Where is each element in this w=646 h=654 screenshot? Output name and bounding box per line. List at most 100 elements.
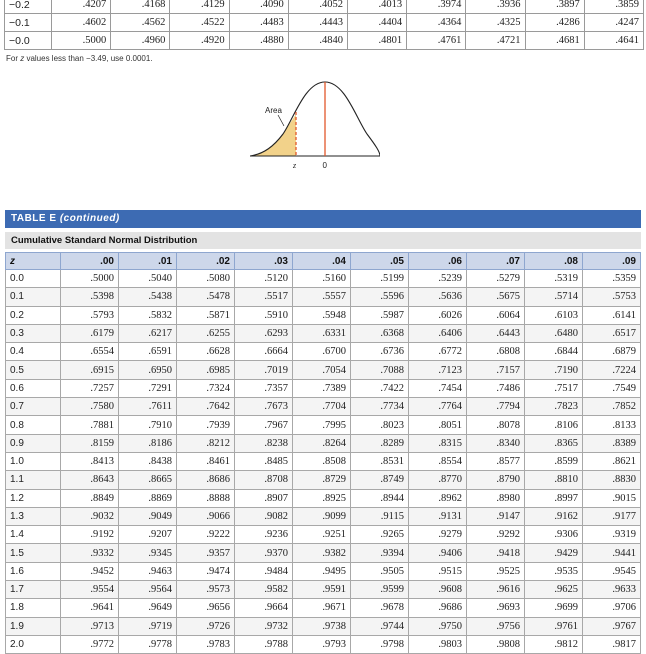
value-cell: .8599 [524,451,583,472]
value-cell: .9505 [350,561,409,582]
value-cell: .6331 [292,323,351,344]
value-cell: .8997 [524,488,583,508]
value-cell: .5040 [118,268,177,289]
value-cell: .4801 [346,31,408,50]
value-cell: .5557 [292,287,351,307]
value-cell: .6103 [524,305,583,325]
value-cell: .7454 [408,378,467,399]
column-header: .02 [176,252,235,270]
value-cell: .9515 [408,561,467,582]
value-cell: .4404 [346,13,408,32]
table-row: 1.2.8849.8869.8888.8907.8925.8944.8962.8… [5,488,641,508]
table-row: 1.3.9032.9049.9066.9082.9099.9115.9131.9… [5,506,641,527]
value-cell: .9783 [176,634,235,654]
value-cell: .9599 [350,580,409,600]
value-cell: .7324 [176,378,235,399]
table-row: 1.1.8643.8665.8686.8708.8729.8749.8770.8… [5,470,641,490]
value-cell: .6255 [176,323,235,344]
value-cell: .9625 [524,580,583,600]
shaded-area [250,114,296,156]
table-row: 1.8.9641.9649.9656.9664.9671.9678.9686.9… [5,598,641,618]
value-cell: .7673 [234,397,293,417]
value-cell: .8340 [466,433,525,453]
value-cell: .4090 [228,0,289,14]
value-cell: .8849 [60,488,119,508]
value-cell: .4880 [228,31,289,50]
value-cell: .9699 [524,598,583,618]
value-cell: .9207 [118,525,177,545]
value-cell: .4168 [110,0,171,14]
value-cell: .7967 [234,415,293,435]
value-cell: .5199 [350,268,409,289]
value-cell: .4721 [465,31,526,50]
value-cell: .4761 [406,31,467,50]
value-cell: .4562 [110,13,171,32]
value-cell: .7357 [234,378,293,399]
value-cell: .9788 [234,634,293,654]
value-cell: .3974 [406,0,467,14]
value-cell: .6985 [176,360,235,380]
value-cell: .7389 [292,378,351,399]
value-cell: .5398 [60,287,119,307]
value-cell: .9222 [176,525,235,545]
value-cell: .5319 [524,268,583,289]
column-header: .04 [292,252,351,270]
value-cell: .9495 [292,561,351,582]
value-cell: .8729 [292,470,351,490]
value-cell: .4364 [406,13,467,32]
value-cell: .9265 [350,525,409,545]
value-cell: .7517 [524,378,583,399]
value-cell: .9236 [234,525,293,545]
value-cell: .8485 [234,451,293,472]
value-cell: .9817 [582,634,641,654]
value-cell: .9803 [408,634,467,654]
value-cell: .9616 [466,580,525,600]
value-cell: .8238 [234,433,293,453]
value-cell: .5793 [60,305,119,325]
value-cell: .4602 [50,13,112,32]
value-cell: .9429 [524,543,583,563]
area-pointer [277,114,285,127]
previous-page-table: −0.2.4207.4168.4129.4090.4052.4013.3974.… [4,0,645,50]
value-cell: .4013 [346,0,408,14]
value-cell: .7995 [292,415,351,435]
table-row: −0.2.4207.4168.4129.4090.4052.4013.3974.… [4,0,645,14]
value-cell: .9162 [524,506,583,527]
value-cell: .9633 [582,580,641,600]
z-label: z [292,161,297,170]
value-cell: .7794 [466,397,525,417]
value-cell: .9082 [234,506,293,527]
value-cell: .7642 [176,397,235,417]
value-cell: .8577 [466,451,525,472]
z-cell: 0.0 [5,268,61,289]
value-cell: .4286 [524,13,585,32]
value-cell: .8106 [524,415,583,435]
column-header: .00 [60,252,119,270]
area-label: Area [265,106,282,115]
value-cell: .5871 [176,305,235,325]
value-cell: .7881 [60,415,119,435]
value-cell: .5160 [292,268,351,289]
value-cell: .9370 [234,543,293,563]
value-cell: .9192 [60,525,119,545]
value-cell: .8078 [466,415,525,435]
z-column-header: z [5,252,61,270]
z-cell: 0.8 [5,415,61,435]
value-cell: .9032 [60,506,119,527]
value-cell: .9115 [350,506,409,527]
z-cell: 1.4 [5,525,61,545]
value-cell: .5359 [582,268,641,289]
value-cell: .8315 [408,433,467,453]
value-cell: .6808 [466,342,525,362]
value-cell: .9015 [582,488,641,508]
value-cell: .6406 [408,323,467,344]
normal-curve-figure: Area z 0 [249,76,381,176]
value-cell: .5239 [408,268,467,289]
value-cell: .8413 [60,451,119,472]
value-cell: .7764 [408,397,467,417]
value-cell: .5714 [524,287,583,307]
value-cell: .4920 [169,31,230,50]
value-cell: .6772 [408,342,467,362]
value-cell: .6443 [466,323,525,344]
value-cell: .8212 [176,433,235,453]
